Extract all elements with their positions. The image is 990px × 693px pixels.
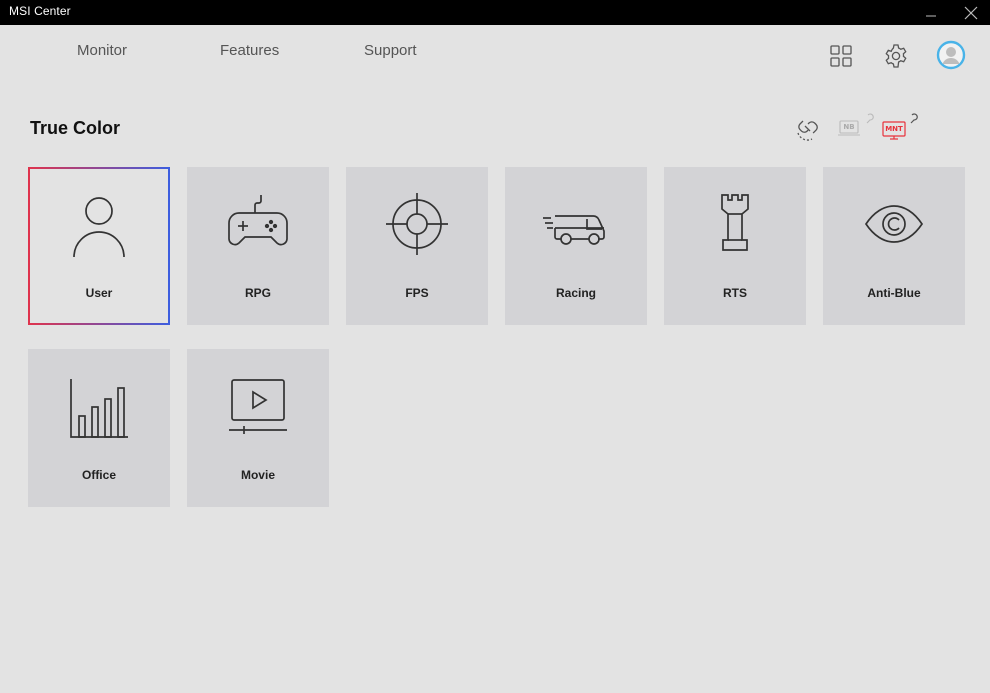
nav-features[interactable]: Features (220, 42, 279, 59)
device-nb-label: NB (843, 123, 855, 131)
mode-tile-rts[interactable]: RTS (664, 167, 806, 325)
page-title: True Color (30, 118, 121, 138)
chess-rook-icon (721, 194, 749, 251)
mode-label: FPS (405, 286, 429, 300)
mode-label: Anti-Blue (867, 286, 921, 300)
device-monitor[interactable]: MNT (882, 112, 926, 149)
title-bar: MSI Center (0, 0, 990, 25)
crosshair-icon (386, 193, 448, 255)
gamepad-icon (228, 195, 288, 246)
mode-label: User (85, 286, 113, 300)
grid-icon (830, 45, 852, 67)
mode-label: Office (81, 468, 116, 482)
mode-label: Racing (555, 286, 596, 300)
close-icon (964, 6, 978, 19)
device-notebook[interactable]: NB (838, 112, 880, 147)
mode-tile-user[interactable]: User (28, 167, 170, 325)
device-link[interactable] (794, 115, 822, 148)
mode-label: RPG (244, 286, 271, 300)
mode-tile-movie[interactable]: Movie (187, 349, 329, 507)
mode-tile-racing[interactable]: Racing (505, 167, 647, 325)
close-button[interactable] (956, 0, 986, 25)
mode-label: Movie (240, 468, 275, 482)
mode-label: RTS (723, 286, 747, 300)
user-avatar[interactable] (936, 40, 966, 75)
settings-button[interactable] (883, 43, 909, 74)
avatar-icon (936, 40, 966, 70)
play-screen-icon (229, 379, 287, 434)
mode-tile-fps[interactable]: FPS (346, 167, 488, 325)
eye-icon (864, 205, 924, 243)
mode-tile-rpg[interactable]: RPG (187, 167, 329, 325)
device-mnt-label: MNT (885, 125, 903, 133)
gear-icon (885, 44, 907, 68)
user-icon (73, 197, 125, 258)
minimize-button[interactable] (916, 0, 946, 25)
nav-monitor[interactable]: Monitor (77, 42, 127, 59)
mode-tile-office[interactable]: Office (28, 349, 170, 507)
mode-tile-anti-blue[interactable]: Anti-Blue (823, 167, 965, 325)
nav-support[interactable]: Support (364, 42, 417, 59)
van-icon (543, 215, 605, 245)
bar-chart-icon (70, 379, 128, 438)
app-title: MSI Center (9, 4, 71, 18)
minimize-icon (926, 15, 936, 16)
apps-button[interactable] (829, 44, 853, 73)
link-icon (797, 120, 818, 141)
